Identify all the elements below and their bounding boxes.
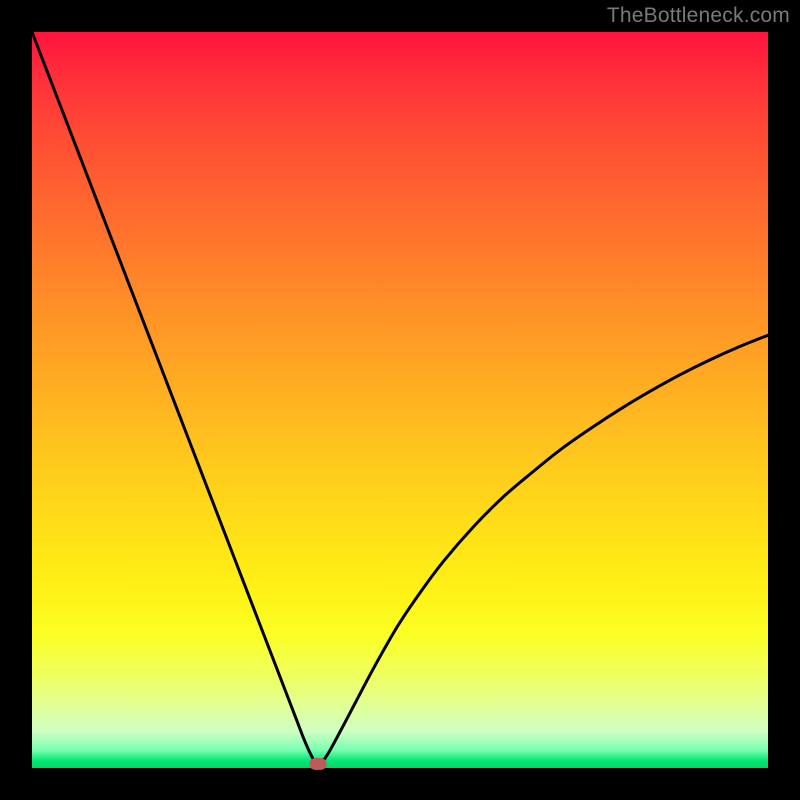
chart-frame: TheBottleneck.com (0, 0, 800, 800)
plot-area (32, 32, 768, 768)
bottleneck-curve (32, 32, 768, 768)
curve-path (32, 32, 768, 765)
optimal-point-marker (309, 758, 326, 770)
watermark-text: TheBottleneck.com (607, 4, 790, 28)
